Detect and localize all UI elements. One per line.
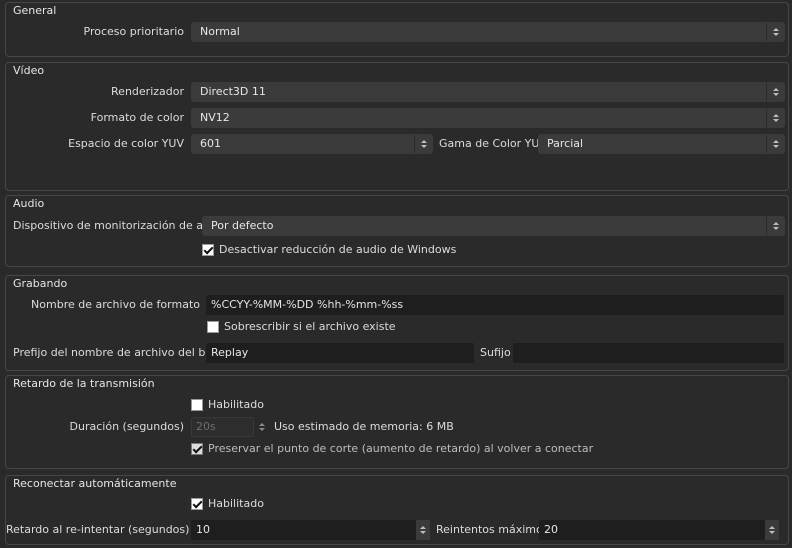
suffix-input[interactable] <box>513 343 784 363</box>
recording-group-title: Grabando <box>13 277 68 290</box>
max-retries-value: 20 <box>544 523 558 536</box>
stream-delay-group: Retardo de la transmisión Habilitado Dur… <box>5 375 789 469</box>
audio-group-title: Audio <box>13 197 45 210</box>
audio-group: Audio Dispositivo de monitorización de a… <box>5 195 789 267</box>
recording-group: Grabando Nombre de archivo de formato %C… <box>5 275 789 371</box>
reconnect-enabled-checkbox[interactable]: Habilitado <box>191 496 264 512</box>
up-down-arrows-icon <box>766 109 784 127</box>
filename-format-input[interactable]: %CCYY-%MM-%DD %hh-%mm-%ss <box>206 295 784 315</box>
up-down-arrows-icon <box>766 135 784 153</box>
duration-label: Duración (segundos) <box>69 420 184 433</box>
video-group: Vídeo Renderizador Direct3D 11 Formato d… <box>5 62 789 191</box>
retry-delay-stepper-arrows-icon[interactable] <box>416 520 430 540</box>
reconnect-group: Reconectar automáticamente Habilitado Re… <box>5 475 789 545</box>
retry-delay-stepper[interactable]: 10 <box>191 520 416 540</box>
buffer-prefix-label: Prefijo del nombre de archivo del búfer <box>13 346 228 359</box>
renderer-label: Renderizador <box>111 85 184 98</box>
disable-ducking-label: Desactivar reducción de audio de Windows <box>219 243 457 256</box>
retry-delay-label: Retardo al re-intentar (segundos) <box>6 523 190 536</box>
renderer-value: Direct3D 11 <box>200 85 266 98</box>
buffer-prefix-value: Replay <box>211 346 249 359</box>
checkbox-unchecked-icon <box>207 321 219 333</box>
max-retries-stepper[interactable]: 20 <box>539 520 765 540</box>
color-format-value: NV12 <box>200 111 230 124</box>
monitor-device-label: Dispositivo de monitorización de audio <box>13 219 227 232</box>
duration-value: 20s <box>196 420 216 433</box>
buffer-prefix-input[interactable]: Replay <box>206 343 474 363</box>
overwrite-checkbox[interactable]: Sobrescribir si el archivo existe <box>207 319 396 335</box>
priority-value: Normal <box>200 25 240 38</box>
preserve-cutpoint-label: Preservar el punto de corte (aumento de … <box>208 442 594 455</box>
checkbox-checked-icon <box>202 244 214 256</box>
yuv-space-label: Espacio de color YUV <box>68 137 184 150</box>
duration-stepper[interactable]: 20s <box>191 417 254 437</box>
up-down-arrows-icon <box>414 135 432 153</box>
preserve-cutpoint-checkbox[interactable]: Preservar el punto de corte (aumento de … <box>191 441 593 457</box>
up-down-arrows-icon <box>766 23 784 41</box>
priority-select[interactable]: Normal <box>191 22 785 42</box>
reconnect-enabled-label: Habilitado <box>208 497 264 510</box>
checkbox-unchecked-icon <box>191 399 203 411</box>
yuv-space-value: 601 <box>200 137 221 150</box>
priority-label: Proceso prioritario <box>83 25 184 38</box>
stream-delay-group-title: Retardo de la transmisión <box>13 377 155 390</box>
overwrite-label: Sobrescribir si el archivo existe <box>224 320 396 333</box>
color-format-label: Formato de color <box>90 111 184 124</box>
up-down-arrows-icon <box>766 83 784 101</box>
up-down-arrows-icon <box>766 217 784 235</box>
filename-format-label: Nombre de archivo de formato <box>31 298 200 311</box>
general-group: General Proceso prioritario Normal <box>5 2 789 57</box>
yuv-range-value: Parcial <box>547 137 584 150</box>
video-group-title: Vídeo <box>13 64 45 77</box>
disable-ducking-checkbox[interactable]: Desactivar reducción de audio de Windows <box>202 242 456 258</box>
memory-usage-label: Uso estimado de memoria: 6 MB <box>274 420 454 433</box>
checkbox-checked-icon <box>191 498 203 510</box>
max-retries-label: Reintentos máximos <box>436 523 549 536</box>
suffix-label: Sufijo <box>480 346 511 359</box>
checkbox-checked-icon <box>191 443 203 455</box>
general-group-title: General <box>13 4 57 17</box>
yuv-space-select[interactable]: 601 <box>191 134 433 154</box>
stream-delay-enabled-checkbox[interactable]: Habilitado <box>191 397 264 413</box>
stream-delay-enabled-label: Habilitado <box>208 398 264 411</box>
yuv-range-select[interactable]: Parcial <box>538 134 785 154</box>
max-retries-stepper-arrows-icon[interactable] <box>765 520 779 540</box>
color-format-select[interactable]: NV12 <box>191 108 785 128</box>
monitor-device-select[interactable]: Por defecto <box>202 216 785 236</box>
monitor-device-value: Por defecto <box>211 219 274 232</box>
renderer-select[interactable]: Direct3D 11 <box>191 82 785 102</box>
retry-delay-value: 10 <box>196 523 210 536</box>
yuv-range-label: Gama de Color YUV <box>439 137 547 150</box>
duration-stepper-arrows-icon[interactable] <box>255 417 269 437</box>
reconnect-group-title: Reconectar automáticamente <box>13 477 177 490</box>
filename-format-value: %CCYY-%MM-%DD %hh-%mm-%ss <box>211 298 404 311</box>
